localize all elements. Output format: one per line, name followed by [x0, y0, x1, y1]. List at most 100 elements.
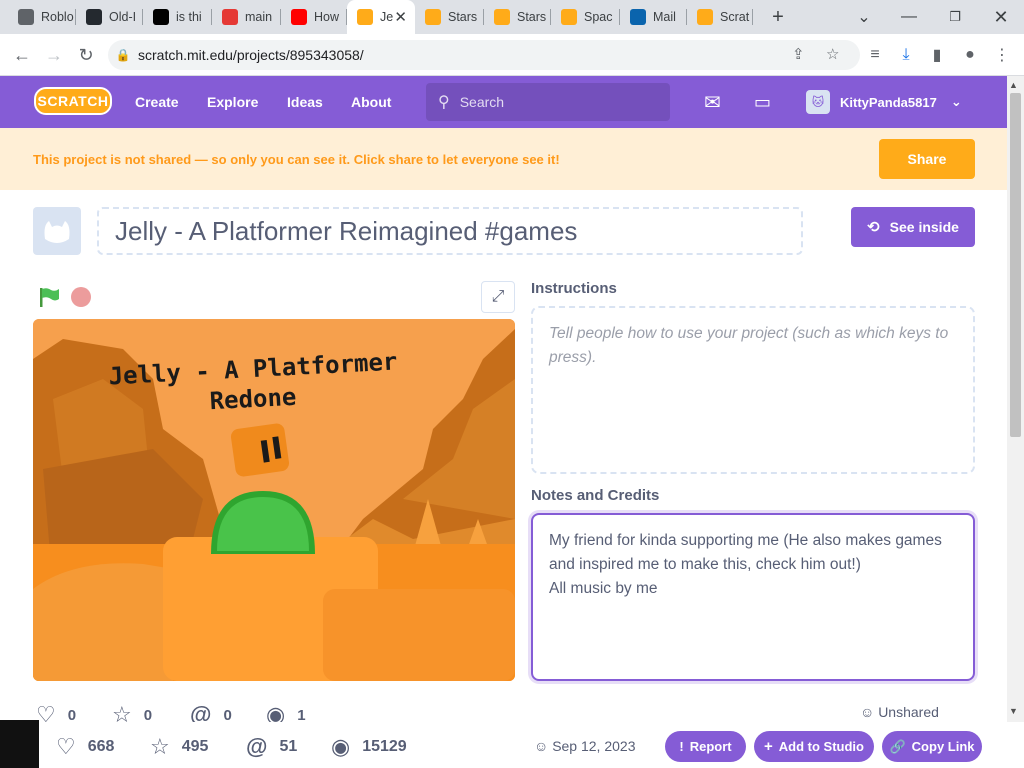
project-date: ☺ Sep 12, 2023	[534, 738, 635, 754]
bottom-remixes: @51	[246, 734, 297, 760]
browser-tab[interactable]: Stars	[484, 0, 551, 34]
bottom-views-count: 15129	[362, 738, 407, 755]
download-icon[interactable]: ⤓	[891, 34, 921, 76]
scratch-icon	[425, 9, 441, 25]
url-bar[interactable]: 🔒 scratch.mit.edu/projects/895343058/ ⇪ …	[108, 40, 860, 70]
see-inside-icon: ⟲	[867, 219, 880, 236]
chevron-down-icon: ⌄	[950, 94, 962, 109]
remix-spiral-icon: @	[246, 734, 268, 759]
fullscreen-icon[interactable]: ⤢	[481, 281, 515, 313]
browser-tab-title: Stars	[517, 10, 547, 24]
browser-tab[interactable]: Scrat	[687, 0, 753, 34]
see-inside-label: See inside	[889, 219, 959, 235]
cat-avatar-icon	[44, 221, 70, 243]
not-shared-banner: This project is not shared — so only you…	[0, 128, 1007, 190]
browser-tab[interactable]: Spac	[551, 0, 620, 34]
project-author-avatar[interactable]	[33, 207, 81, 255]
youtube-icon	[291, 9, 307, 25]
browser-tab-title: Mail	[653, 10, 676, 24]
scroll-up-arrow-icon[interactable]: ▲	[1009, 80, 1018, 90]
share-page-icon[interactable]: ⇪	[792, 45, 805, 63]
nav-explore[interactable]: Explore	[207, 76, 258, 128]
report-button[interactable]: ! Report	[665, 731, 746, 762]
unshared-status: ☺ Unshared	[860, 704, 939, 720]
project-title-input[interactable]: Jelly - A Platformer Reimagined #games	[97, 207, 803, 255]
bottom-loves[interactable]: ♡ 668	[56, 734, 114, 760]
tab-search-chevron-icon[interactable]: ⌄	[850, 0, 878, 34]
notes-line-1: My friend for kinda supporting me (He al…	[549, 532, 942, 573]
browser-tab-title: Old-I	[109, 10, 137, 24]
nav-create[interactable]: Create	[135, 76, 179, 128]
stop-icon[interactable]	[71, 287, 91, 307]
browser-tab-title: Je	[380, 10, 394, 24]
eye-icon: ◉	[331, 734, 351, 759]
bottom-favorites-count: 495	[181, 738, 209, 755]
reload-button[interactable]: ↻	[70, 34, 102, 76]
browser-tab[interactable]: Roblo	[8, 0, 76, 34]
instructions-label: Instructions	[531, 280, 617, 297]
scratch-logo[interactable]: SCRATCH	[34, 87, 112, 115]
scratch-icon	[561, 9, 577, 25]
bookmark-star-icon[interactable]: ☆	[826, 45, 839, 63]
messages-icon[interactable]: ✉	[704, 90, 721, 115]
lock-icon: 🔒	[115, 48, 131, 62]
calendar-icon: ☺	[534, 738, 549, 754]
username: KittyPanda5817	[840, 94, 937, 110]
browser-tab-title: main	[245, 10, 273, 24]
my-stuff-folder-icon[interactable]: ▭	[754, 92, 771, 113]
browser-tab-title: Scrat	[720, 10, 750, 24]
bottom-loves-count: 668	[87, 738, 115, 755]
green-flag-icon[interactable]	[38, 286, 60, 308]
scratch-icon	[697, 9, 713, 25]
github-icon	[86, 9, 102, 25]
tiktok-icon	[153, 9, 169, 25]
close-tab-icon[interactable]: ✕	[394, 8, 407, 26]
star-icon: ☆	[150, 734, 170, 759]
back-button[interactable]: ←	[6, 34, 38, 76]
notes-line-2: All music by me	[549, 580, 658, 597]
reading-list-icon[interactable]: ≡	[860, 34, 890, 76]
browser-tab[interactable]: is thi	[143, 0, 212, 34]
scratch-icon	[357, 9, 373, 25]
project-stage[interactable]: Jelly - A Platformer Redone	[33, 319, 515, 681]
browser-tab[interactable]: Mail	[620, 0, 687, 34]
project-remixes-count: 0	[223, 706, 232, 724]
instructions-textarea[interactable]: Tell people how to use your project (suc…	[531, 306, 975, 474]
close-window-button[interactable]: ✕	[987, 0, 1015, 34]
notes-textarea[interactable]: My friend for kinda supporting me (He al…	[531, 513, 975, 681]
add-to-studio-button[interactable]: + Add to Studio	[754, 731, 874, 762]
roblox-icon	[18, 9, 34, 25]
tab-separator	[752, 9, 753, 25]
nav-ideas[interactable]: Ideas	[287, 76, 323, 128]
bottom-favorites[interactable]: ☆ 495	[150, 734, 208, 760]
dark-corner-block	[0, 720, 39, 768]
browser-tab[interactable]: main	[212, 0, 281, 34]
browser-tab[interactable]: Old-I	[76, 0, 143, 34]
browser-tab[interactable]: How	[281, 0, 347, 34]
forward-button[interactable]: →	[38, 34, 70, 76]
scroll-down-arrow-icon[interactable]: ▼	[1009, 706, 1018, 716]
bottom-views: ◉ 15129	[331, 734, 407, 760]
browser-tab-title: Stars	[448, 10, 478, 24]
nav-about[interactable]: About	[351, 76, 391, 128]
see-inside-button[interactable]: ⟲ See inside	[851, 207, 975, 247]
browser-tab-title: is thi	[176, 10, 202, 24]
new-tab-button[interactable]: +	[764, 0, 792, 34]
search-input[interactable]: ⚲ Search	[426, 83, 670, 121]
unshared-icon: ☺	[860, 704, 875, 720]
minimize-button[interactable]: —	[895, 0, 923, 34]
copy-link-button[interactable]: 🔗 Copy Link	[882, 731, 982, 762]
profile-icon[interactable]: ●	[955, 34, 985, 76]
scrollbar-thumb[interactable]	[1010, 93, 1021, 437]
browser-menu-icon[interactable]: ⋮	[987, 34, 1017, 76]
share-button[interactable]: Share	[879, 139, 975, 179]
address-toolbar: ← → ↻ 🔒 scratch.mit.edu/projects/8953430…	[0, 34, 1024, 76]
project-favorites-count: 0	[143, 706, 153, 724]
side-panel-icon[interactable]: ▮	[922, 34, 952, 76]
browser-tab[interactable]: Je ✕	[347, 0, 415, 34]
maximize-button[interactable]: ❐	[941, 0, 969, 34]
browser-tab-title: How	[314, 10, 340, 24]
stage-title-line2: Redone	[209, 383, 297, 415]
user-menu[interactable]: 🐱 KittyPanda5817 ⌄	[806, 90, 962, 114]
browser-tab[interactable]: Stars	[415, 0, 484, 34]
